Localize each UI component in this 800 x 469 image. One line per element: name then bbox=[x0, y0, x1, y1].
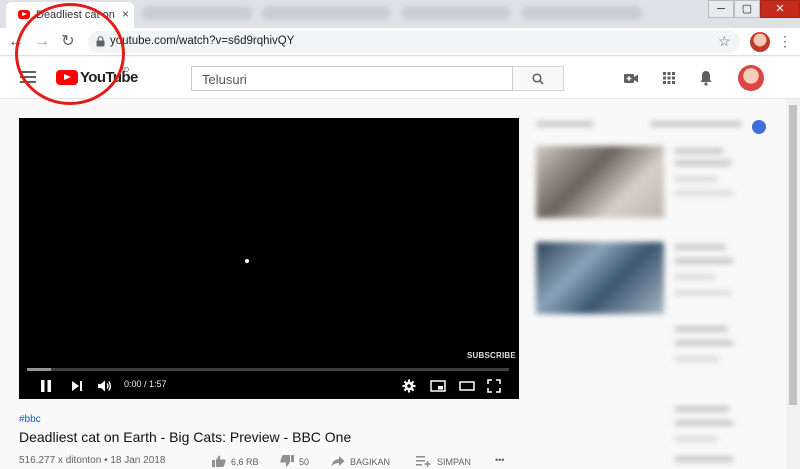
dislike-count: 50 bbox=[299, 457, 310, 467]
playlist-add-icon bbox=[416, 456, 431, 467]
recommendation-channel bbox=[674, 356, 720, 362]
share-button[interactable]: BAGIKAN bbox=[331, 455, 390, 467]
progress-loaded bbox=[27, 368, 52, 371]
url-text: youtube.com/watch?v=s6d9rqhivQY bbox=[110, 35, 295, 47]
save-label: SIMPAN bbox=[437, 457, 471, 467]
minimize-button[interactable]: ─ bbox=[708, 0, 734, 18]
theater-mode-icon[interactable] bbox=[459, 379, 475, 393]
logo-country-code: ID bbox=[122, 67, 129, 74]
maximize-button[interactable]: ▢ bbox=[734, 0, 760, 18]
search-box bbox=[191, 66, 513, 91]
browser-tab-blurred[interactable] bbox=[262, 6, 390, 20]
recommendation-channel bbox=[674, 176, 718, 182]
save-button[interactable]: SIMPAN bbox=[416, 455, 471, 467]
search-input[interactable] bbox=[202, 72, 492, 87]
recommendation-title[interactable] bbox=[674, 160, 732, 166]
tab-close-icon[interactable]: × bbox=[122, 7, 129, 21]
thumbs-up-icon bbox=[212, 455, 226, 467]
recommendation-views bbox=[674, 190, 734, 196]
autoplay-label bbox=[650, 121, 742, 127]
browser-tab-blurred[interactable] bbox=[402, 6, 510, 20]
miniplayer-icon[interactable] bbox=[430, 379, 446, 393]
browser-tab-blurred[interactable] bbox=[522, 6, 642, 20]
close-window-button[interactable]: ✕ bbox=[760, 0, 800, 18]
subscribe-watermark[interactable]: SUBSCRIBE bbox=[467, 351, 516, 360]
youtube-favicon-icon bbox=[18, 10, 30, 19]
bookmark-star-icon[interactable]: ☆ bbox=[718, 33, 731, 50]
recommendation-title[interactable] bbox=[674, 456, 734, 462]
more-actions-button[interactable]: ••• bbox=[495, 455, 504, 465]
autoplay-toggle[interactable] bbox=[752, 120, 766, 134]
annotation-circle bbox=[15, 3, 125, 105]
recommendation-title[interactable] bbox=[674, 340, 734, 346]
like-count: 6,6 RB bbox=[231, 457, 259, 467]
up-next-heading bbox=[536, 121, 594, 127]
video-title: Deadliest cat on Earth - Big Cats: Previ… bbox=[19, 429, 352, 445]
thumbs-down-icon bbox=[280, 455, 294, 467]
fullscreen-icon[interactable] bbox=[487, 379, 501, 393]
recommendation-thumbnail[interactable] bbox=[536, 242, 664, 314]
address-bar[interactable]: youtube.com/watch?v=s6d9rqhivQY bbox=[88, 31, 740, 53]
page-scrollbar[interactable] bbox=[786, 99, 800, 469]
scrollbar-thumb[interactable] bbox=[789, 105, 797, 405]
browser-tab-blurred[interactable] bbox=[142, 6, 252, 20]
browser-tab-strip: Deadliest cat on Earth × ─ ▢ ✕ bbox=[0, 0, 800, 28]
recommendation-title[interactable] bbox=[674, 148, 724, 154]
recommendation-title[interactable] bbox=[674, 244, 726, 250]
recommendation-views bbox=[674, 290, 732, 296]
recommendation-channel bbox=[674, 274, 716, 280]
account-avatar[interactable] bbox=[738, 65, 764, 91]
next-video-icon[interactable] bbox=[70, 379, 84, 393]
progress-bar[interactable] bbox=[27, 368, 509, 371]
profile-avatar[interactable] bbox=[750, 32, 770, 52]
video-hashtag[interactable]: #bbc bbox=[19, 414, 41, 425]
time-display: 0:00 / 1:57 bbox=[124, 379, 167, 389]
browser-menu-icon[interactable]: ⋮ bbox=[778, 33, 792, 50]
recommendation-title[interactable] bbox=[674, 420, 734, 426]
volume-icon[interactable] bbox=[97, 379, 113, 393]
window-controls: ─ ▢ ✕ bbox=[708, 0, 800, 18]
video-meta: 516.277 x ditonton • 18 Jan 2018 bbox=[19, 455, 166, 466]
recommendation-title[interactable] bbox=[674, 326, 728, 332]
recommendation-channel bbox=[674, 436, 718, 442]
loading-indicator bbox=[245, 259, 249, 263]
notifications-bell-icon[interactable] bbox=[697, 69, 715, 87]
pause-icon[interactable] bbox=[39, 379, 53, 393]
share-arrow-icon bbox=[331, 456, 345, 467]
video-player[interactable]: SUBSCRIBE 0:00 / 1:57 bbox=[19, 118, 519, 399]
apps-grid-icon[interactable] bbox=[660, 69, 678, 87]
search-icon bbox=[532, 73, 544, 85]
settings-gear-icon[interactable] bbox=[402, 379, 416, 393]
recommendation-title[interactable] bbox=[674, 406, 730, 412]
search-button[interactable] bbox=[513, 66, 564, 91]
like-button[interactable]: 6,6 RB bbox=[212, 455, 259, 467]
create-video-icon[interactable] bbox=[622, 69, 640, 87]
share-label: BAGIKAN bbox=[350, 457, 391, 467]
dislike-button[interactable]: 50 bbox=[280, 455, 309, 467]
recommendation-thumbnail[interactable] bbox=[536, 146, 664, 218]
recommendation-title[interactable] bbox=[674, 258, 734, 264]
